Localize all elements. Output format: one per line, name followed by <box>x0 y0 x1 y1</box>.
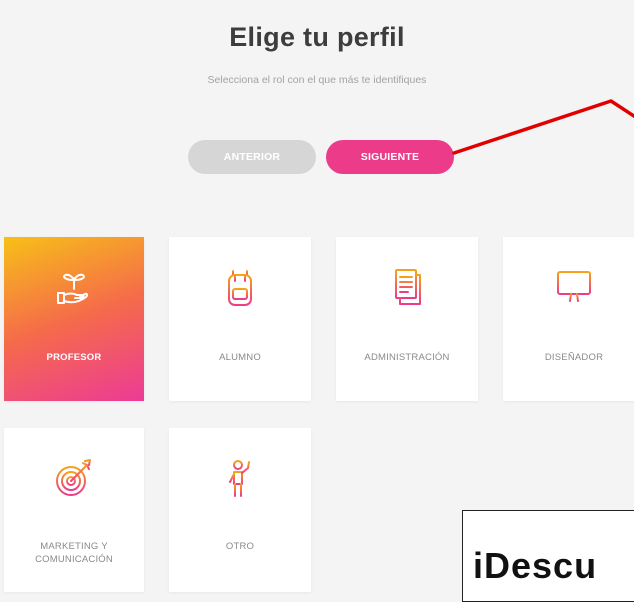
role-card-alumno[interactable]: ALUMNO <box>169 237 311 401</box>
ad-banner-text: iDescu <box>473 545 598 586</box>
role-label: MARKETING Y COMUNICACIÓN <box>35 541 113 565</box>
role-label: DISEÑADOR <box>544 352 604 363</box>
page-title: Elige tu perfil <box>229 22 405 52</box>
role-label: PROFESOR <box>46 352 102 363</box>
monitor-icon <box>557 271 591 303</box>
person-icon <box>229 460 250 497</box>
ad-banner: iDescu <box>462 510 634 602</box>
page-subtitle: Selecciona el rol con el que más te iden… <box>207 74 427 86</box>
target-icon <box>56 459 91 496</box>
role-card-administracion[interactable]: ADMINISTRACIÓN <box>336 237 478 401</box>
previous-button[interactable]: ANTERIOR <box>188 140 316 174</box>
role-card-otro[interactable]: OTRO <box>169 428 311 592</box>
role-label: ALUMNO <box>219 352 261 363</box>
role-card-profesor[interactable]: PROFESOR <box>4 237 144 401</box>
role-card-marketing[interactable]: MARKETING Y COMUNICACIÓN <box>4 428 144 592</box>
documents-icon <box>395 269 421 305</box>
backpack-icon <box>228 270 252 306</box>
role-label: ADMINISTRACIÓN <box>364 352 450 363</box>
role-card-disenador[interactable]: DISEÑADOR <box>503 237 634 401</box>
next-button[interactable]: SIGUIENTE <box>326 140 454 174</box>
plant-hand-icon <box>57 273 89 304</box>
role-label: OTRO <box>225 541 255 552</box>
